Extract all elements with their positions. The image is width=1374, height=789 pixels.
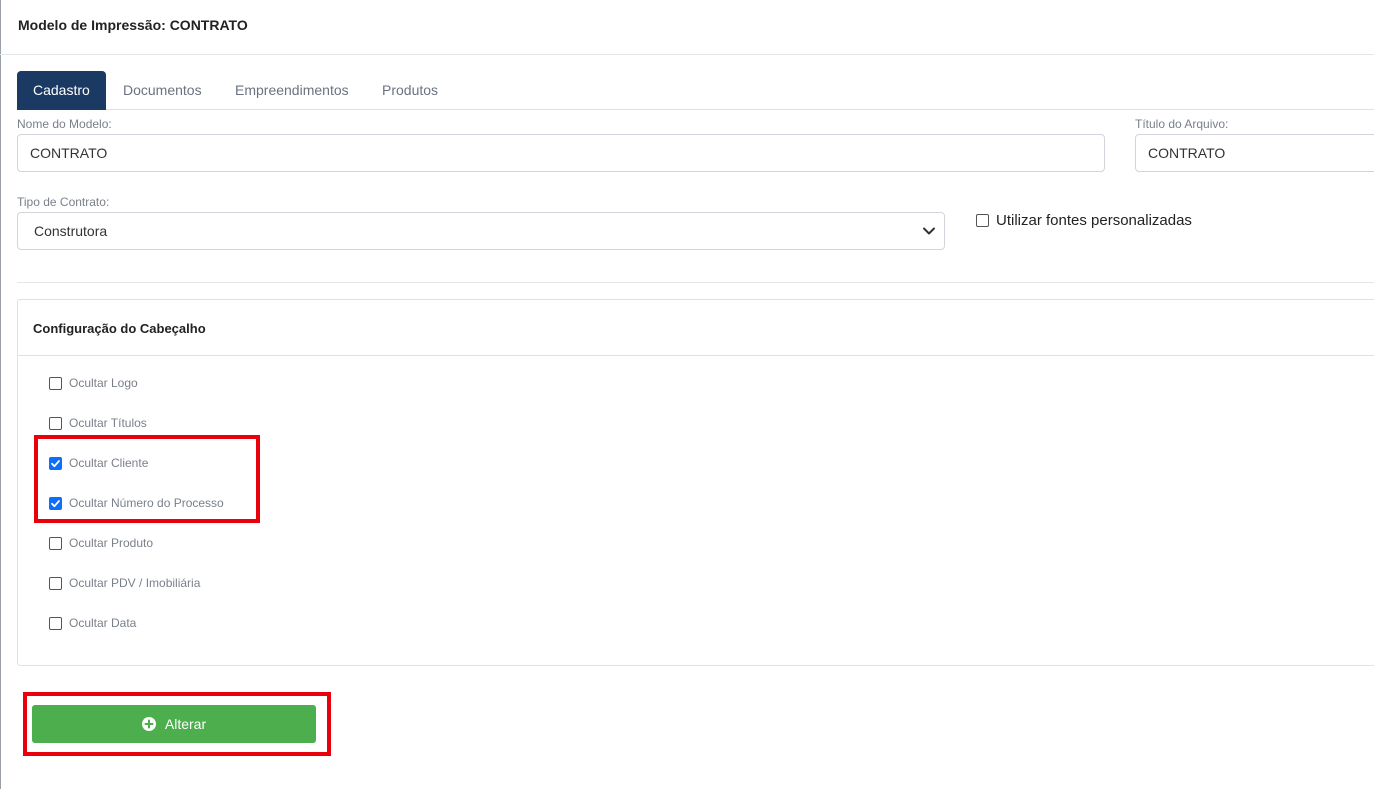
page-header: Modelo de Impressão: CONTRATO	[0, 0, 1374, 55]
option-label: Ocultar Data	[69, 616, 137, 630]
nome-modelo-label: Nome do Modelo:	[17, 117, 112, 131]
tab-documentos[interactable]: Documentos	[123, 71, 202, 110]
tipo-contrato-select[interactable]: Construtora	[17, 212, 945, 250]
tab-bar: Cadastro Documentos Empreendimentos Prod…	[17, 71, 1374, 110]
titulo-arquivo-input[interactable]: CONTRATO	[1135, 134, 1374, 172]
option-label: Ocultar Logo	[69, 376, 138, 390]
tipo-contrato-value: Construtora	[34, 223, 108, 239]
divider	[17, 282, 1374, 283]
option-ocultar-logo[interactable]: Ocultar Logo	[49, 376, 138, 390]
highlight-box-button	[23, 692, 331, 756]
page-title: Modelo de Impressão: CONTRATO	[18, 17, 248, 33]
checkbox[interactable]	[49, 536, 62, 550]
tipo-contrato-label: Tipo de Contrato:	[17, 195, 110, 209]
highlight-box-options	[34, 435, 260, 523]
fontes-personalizadas-label: Utilizar fontes personalizadas	[996, 212, 1192, 229]
tab-empreendimentos[interactable]: Empreendimentos	[235, 71, 349, 110]
option-label: Ocultar PDV / Imobiliária	[69, 576, 201, 590]
option-label: Ocultar Produto	[69, 536, 154, 550]
fontes-personalizadas-checkbox[interactable]	[976, 214, 989, 227]
checkbox[interactable]	[49, 376, 62, 390]
chevron-down-icon	[923, 227, 935, 235]
nome-modelo-input[interactable]: CONTRATO	[17, 134, 1105, 172]
option-label: Ocultar Títulos	[69, 416, 147, 430]
card-title: Configuração do Cabeçalho	[33, 321, 206, 336]
tab-produtos[interactable]: Produtos	[382, 71, 438, 110]
card-header: Configuração do Cabeçalho	[18, 300, 1374, 356]
window-edge	[0, 0, 1, 789]
checkbox[interactable]	[49, 416, 62, 430]
option-ocultar-titulos[interactable]: Ocultar Títulos	[49, 416, 147, 430]
option-ocultar-pdv[interactable]: Ocultar PDV / Imobiliária	[49, 576, 200, 590]
checkbox[interactable]	[49, 616, 62, 630]
option-ocultar-data[interactable]: Ocultar Data	[49, 616, 136, 630]
tab-cadastro[interactable]: Cadastro	[17, 71, 106, 110]
titulo-arquivo-label: Título do Arquivo:	[1135, 117, 1229, 131]
option-ocultar-produto[interactable]: Ocultar Produto	[49, 536, 153, 550]
checkbox[interactable]	[49, 576, 62, 590]
fontes-personalizadas-option[interactable]: Utilizar fontes personalizadas	[976, 212, 1192, 229]
